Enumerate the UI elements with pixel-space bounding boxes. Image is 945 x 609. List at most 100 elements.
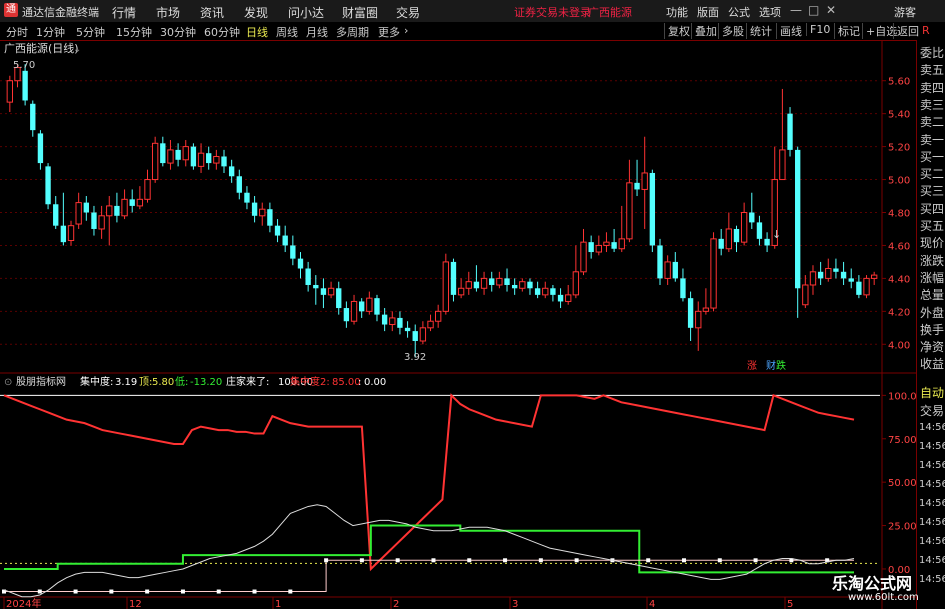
- menu-wealth[interactable]: 财富圈: [342, 4, 378, 21]
- candle[interactable]: [457, 278, 465, 299]
- candle[interactable]: [305, 261, 311, 292]
- candle[interactable]: [687, 291, 694, 341]
- candle[interactable]: [297, 252, 304, 279]
- candle[interactable]: [197, 143, 205, 173]
- candle[interactable]: [725, 212, 733, 253]
- candle[interactable]: [634, 159, 640, 197]
- candle[interactable]: [37, 130, 44, 170]
- candle[interactable]: [213, 149, 220, 170]
- candle[interactable]: [489, 271, 495, 292]
- candle[interactable]: [733, 225, 740, 253]
- candle[interactable]: [236, 169, 242, 200]
- menu-ask[interactable]: 问小达: [288, 4, 324, 21]
- candle[interactable]: [649, 169, 656, 253]
- menu-market[interactable]: 市场: [156, 4, 180, 21]
- close-icon[interactable]: ✕: [826, 3, 836, 17]
- candle[interactable]: [144, 169, 151, 203]
- candle[interactable]: [618, 205, 625, 253]
- candle[interactable]: [114, 192, 120, 223]
- menu-formula[interactable]: 公式: [728, 4, 750, 20]
- period-weekly[interactable]: 周线: [276, 24, 298, 40]
- candle[interactable]: [519, 278, 526, 292]
- candle[interactable]: [848, 268, 854, 289]
- candle[interactable]: [228, 159, 235, 183]
- candle[interactable]: [787, 107, 793, 157]
- candle[interactable]: [809, 265, 817, 295]
- candle[interactable]: [870, 271, 878, 285]
- candle[interactable]: [572, 245, 580, 299]
- period-15min[interactable]: 15分钟: [116, 24, 152, 40]
- candle[interactable]: [83, 196, 89, 221]
- candle[interactable]: [419, 321, 427, 345]
- candle[interactable]: [695, 301, 702, 351]
- candle[interactable]: [749, 192, 755, 229]
- guest-label[interactable]: 游客: [894, 4, 916, 20]
- candle[interactable]: [259, 202, 266, 226]
- btn-mark[interactable]: 标记: [834, 23, 860, 39]
- indicator-settings-icon[interactable]: ⊙: [4, 377, 12, 388]
- candle[interactable]: [833, 258, 839, 279]
- candle[interactable]: [580, 228, 587, 276]
- candle[interactable]: [657, 238, 663, 285]
- candle[interactable]: [825, 258, 832, 282]
- btn-drawing[interactable]: 画线: [776, 23, 802, 39]
- candle[interactable]: [60, 192, 67, 246]
- candle[interactable]: [374, 294, 380, 322]
- candle[interactable]: [121, 189, 128, 220]
- candle[interactable]: [542, 281, 549, 299]
- candle[interactable]: [595, 235, 602, 256]
- candle[interactable]: [389, 311, 396, 332]
- candle[interactable]: [511, 278, 518, 295]
- candle[interactable]: [267, 202, 273, 233]
- candle[interactable]: [817, 261, 824, 285]
- menu-quotes[interactable]: 行情: [112, 4, 136, 21]
- candle[interactable]: [366, 291, 373, 315]
- chevron-right-icon[interactable]: ›: [404, 24, 408, 37]
- period-more[interactable]: 更多: [378, 24, 400, 40]
- candle[interactable]: [664, 255, 671, 285]
- candle[interactable]: [779, 88, 786, 181]
- candle[interactable]: [565, 284, 572, 305]
- candle[interactable]: [756, 215, 763, 246]
- candle[interactable]: [190, 143, 197, 170]
- candle[interactable]: [527, 278, 533, 295]
- candle[interactable]: [320, 278, 327, 309]
- candle[interactable]: [274, 219, 281, 243]
- candle[interactable]: [534, 281, 541, 299]
- minimize-icon[interactable]: —: [790, 3, 802, 17]
- menu-discover[interactable]: 发现: [244, 4, 268, 21]
- period-30min[interactable]: 30分钟: [160, 24, 196, 40]
- candle[interactable]: [290, 235, 296, 266]
- candle[interactable]: [221, 149, 227, 173]
- menu-options[interactable]: 选项: [759, 4, 781, 20]
- candle[interactable]: [397, 311, 403, 335]
- menu-function[interactable]: 功能: [666, 4, 688, 20]
- candle[interactable]: [641, 136, 648, 229]
- chart-area[interactable]: 4.00 4.20 4.40 4.60 4.80 5.00 5.20 5.40 5.60 100.…: [0, 40, 916, 609]
- menu-news[interactable]: 资讯: [200, 4, 224, 21]
- candle[interactable]: [336, 281, 342, 315]
- candle[interactable]: [802, 275, 809, 309]
- candle[interactable]: [151, 136, 159, 183]
- candle[interactable]: [465, 271, 472, 295]
- candle[interactable]: [206, 146, 212, 170]
- menu-layout[interactable]: 版面: [697, 4, 719, 20]
- candle[interactable]: [496, 271, 503, 289]
- candle[interactable]: [53, 196, 59, 229]
- candle[interactable]: [718, 228, 724, 256]
- candle[interactable]: [350, 294, 358, 325]
- candle[interactable]: [863, 275, 870, 299]
- menu-trade[interactable]: 交易: [396, 4, 420, 21]
- auto-label[interactable]: 自动: [920, 384, 944, 401]
- candle[interactable]: [45, 163, 51, 210]
- btn-back[interactable]: 返回: [893, 23, 919, 39]
- candle[interactable]: [75, 192, 82, 229]
- candle[interactable]: [764, 232, 770, 253]
- candle[interactable]: [282, 225, 288, 253]
- candle[interactable]: [450, 258, 457, 302]
- candle[interactable]: [740, 202, 748, 246]
- candle[interactable]: [67, 220, 75, 246]
- period-60min[interactable]: 60分钟: [204, 24, 240, 40]
- candle[interactable]: [91, 205, 97, 236]
- candle[interactable]: [106, 196, 113, 246]
